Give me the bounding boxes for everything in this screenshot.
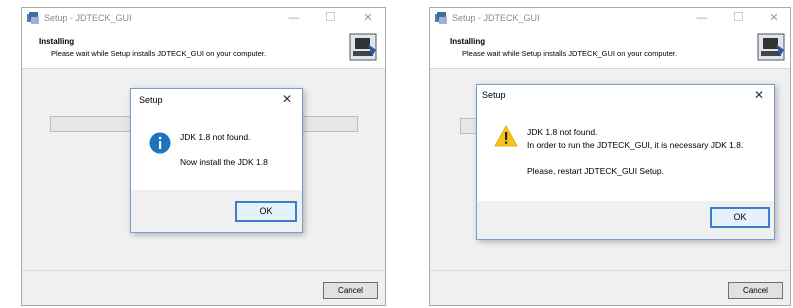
dialog-message-line-1: JDK 1.8 not found.: [180, 132, 251, 142]
page-subtitle: Please wait while Setup installs JDTECK_…: [462, 49, 678, 58]
footer-divider: [430, 270, 790, 271]
dialog-close-button[interactable]: ✕: [278, 91, 296, 107]
installer-app-icon: [27, 12, 39, 24]
cancel-button[interactable]: Cancel: [728, 282, 783, 299]
window-title: Setup - JDTECK_GUI: [452, 13, 540, 23]
dialog-title: Setup: [139, 95, 163, 105]
dialog-message-line-1: JDK 1.8 not found.: [527, 127, 598, 137]
wizard-header: Installing Please wait while Setup insta…: [22, 30, 385, 69]
page-title: Installing: [39, 37, 75, 46]
maximize-button[interactable]: [728, 10, 748, 26]
jdk-required-dialog: Setup ✕ JDK 1.8 not found. In order to r…: [476, 84, 775, 240]
window-title: Setup - JDTECK_GUI: [44, 13, 132, 23]
dialog-message-line-3: Please, restart JDTECK_GUI Setup.: [527, 166, 664, 176]
dialog-message-line-2: Now install the JDK 1.8: [180, 157, 268, 167]
jdk-not-found-dialog: Setup ✕ JDK 1.8 not found. Now install t…: [130, 88, 303, 233]
dialog-close-button[interactable]: ✕: [750, 87, 768, 103]
footer-divider: [22, 270, 385, 271]
wizard-header: Installing Please wait while Setup insta…: [430, 30, 790, 69]
page-subtitle: Please wait while Setup installs JDTECK_…: [51, 49, 267, 58]
title-bar: Setup - JDTECK_GUI — ✕: [430, 8, 790, 30]
dialog-title: Setup: [482, 90, 506, 100]
ok-button[interactable]: OK: [710, 207, 770, 228]
info-icon: [149, 132, 171, 154]
minimize-button[interactable]: —: [284, 10, 304, 26]
installer-computer-icon: [346, 30, 380, 64]
page-title: Installing: [450, 37, 486, 46]
close-button[interactable]: ✕: [358, 10, 378, 26]
title-bar: Setup - JDTECK_GUI — ✕: [22, 8, 385, 30]
dialog-message-line-2: In order to run the JDTECK_GUI, it is ne…: [527, 140, 744, 150]
ok-button[interactable]: OK: [235, 201, 297, 222]
warning-icon: [494, 125, 518, 147]
close-button[interactable]: ✕: [764, 10, 784, 26]
installer-app-icon: [435, 12, 447, 24]
cancel-button[interactable]: Cancel: [323, 282, 378, 299]
maximize-button[interactable]: [320, 10, 340, 26]
installer-computer-icon: [754, 30, 788, 64]
minimize-button[interactable]: —: [692, 10, 712, 26]
